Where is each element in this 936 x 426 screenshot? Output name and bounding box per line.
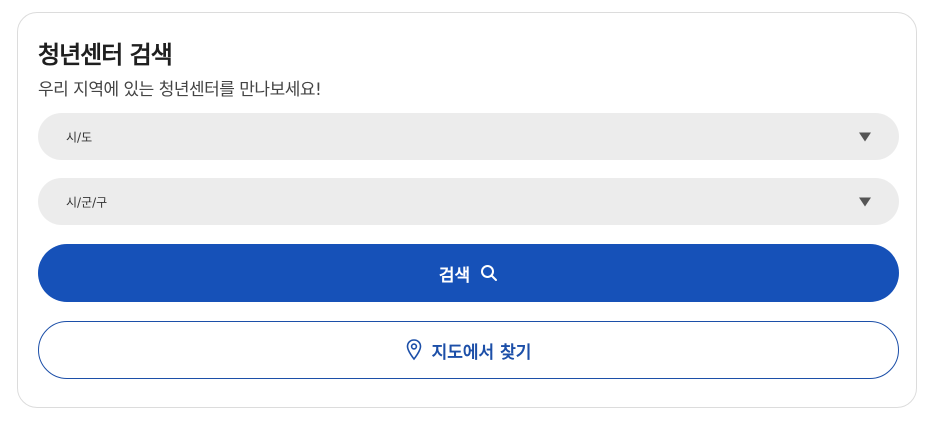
caret-down-icon <box>859 132 871 141</box>
page-subtitle: 우리 지역에 있는 청년센터를 만나보세요! <box>38 80 322 100</box>
search-button-label: 검색 <box>438 265 471 286</box>
map-pin-icon <box>406 339 422 361</box>
center-search-card: 청년센터 검색 우리 지역에 있는 청년센터를 만나보세요! 시/도 시/군/구… <box>17 12 917 408</box>
district-select-value: 시/군/구 <box>66 195 108 209</box>
region-select-value: 시/도 <box>66 130 93 144</box>
find-on-map-label: 지도에서 찾기 <box>431 342 532 363</box>
page-title: 청년센터 검색 <box>38 41 173 69</box>
search-button[interactable]: 검색 <box>38 244 899 302</box>
district-select[interactable]: 시/군/구 <box>38 178 899 225</box>
caret-down-icon <box>859 197 871 206</box>
find-on-map-button[interactable]: 지도에서 찾기 <box>38 321 899 379</box>
region-select[interactable]: 시/도 <box>38 113 899 160</box>
search-icon <box>480 264 498 282</box>
